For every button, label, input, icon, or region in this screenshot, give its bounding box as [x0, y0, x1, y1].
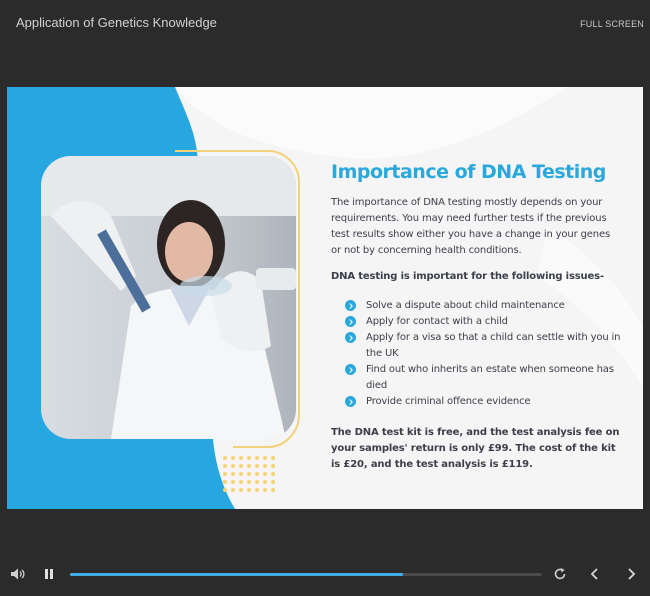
list-item-text: Provide criminal offence evidence: [366, 396, 531, 407]
dot-pattern: [223, 456, 275, 492]
chevron-right-icon[interactable]: [625, 567, 637, 581]
chevron-right-icon: [345, 300, 356, 311]
list-item-text: Apply for a visa so that a child can set…: [366, 332, 621, 359]
chevron-right-icon: [345, 332, 356, 343]
app-title: Application of Genetics Knowledge: [16, 15, 217, 30]
list-item: Find out who inherits an estate when som…: [345, 362, 621, 394]
chevron-right-icon: [345, 364, 356, 375]
pause-icon[interactable]: [43, 567, 55, 581]
volume-icon[interactable]: [10, 567, 26, 581]
chevron-right-icon: [345, 316, 356, 327]
list-item: Apply for a visa so that a child can set…: [345, 330, 621, 362]
progress-fill: [70, 573, 403, 576]
subheading: DNA testing is important for the followi…: [331, 271, 604, 282]
scientist-photo: [41, 156, 296, 439]
list-item-text: Solve a dispute about child maintenance: [366, 300, 565, 311]
top-bar: Application of Genetics Knowledge FULL S…: [0, 0, 650, 46]
intro-paragraph: The importance of DNA testing mostly dep…: [331, 197, 611, 256]
chevron-right-icon: [345, 396, 356, 407]
fullscreen-button[interactable]: FULL SCREEN: [580, 19, 644, 29]
list-item-text: Apply for contact with a child: [366, 316, 508, 327]
replay-icon[interactable]: [553, 567, 567, 581]
slide: Importance of DNA Testing The importance…: [7, 87, 643, 509]
progress-bar[interactable]: [70, 573, 542, 576]
list-item: Apply for contact with a child: [345, 314, 621, 330]
list-item: Solve a dispute about child maintenance: [345, 298, 621, 314]
issue-list: Solve a dispute about child maintenance …: [331, 298, 621, 410]
list-item-text: Find out who inherits an estate when som…: [366, 364, 614, 391]
slide-content: Importance of DNA Testing The importance…: [331, 161, 621, 473]
player-controls: [0, 558, 650, 592]
list-item: Provide criminal offence evidence: [345, 394, 621, 410]
slide-heading: Importance of DNA Testing: [331, 161, 606, 183]
closing-paragraph: The DNA test kit is free, and the test a…: [331, 427, 620, 470]
chevron-left-icon[interactable]: [589, 567, 601, 581]
